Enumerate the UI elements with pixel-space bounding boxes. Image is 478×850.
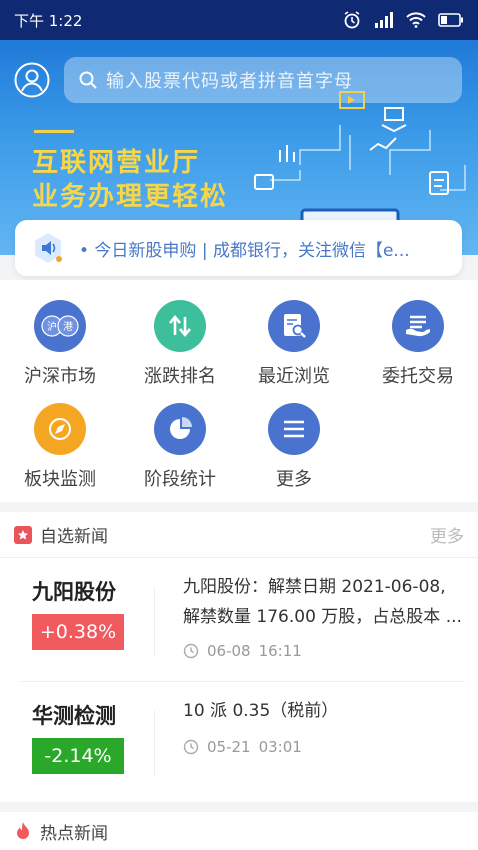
news-meta: 05-21 03:01 [183,738,302,756]
rise-fall-rank-icon [154,300,206,352]
signal-icon [375,12,393,28]
grid-item-label: 委托交易 [382,366,454,387]
grid-item-label: 板块监测 [24,469,96,490]
stage-stats-icon [154,403,206,455]
grid-item-stage-stats[interactable]: 阶段统计 [120,403,240,491]
stock-name: 华测检测 [32,704,116,728]
speaker-icon [35,233,62,263]
news-item[interactable]: 九阳股份 +0.38% 九阳股份：解禁日期 2021-06-08, 解禁数量 1… [0,558,478,681]
grid-item-rise-fall-rank[interactable]: 涨跌排名 [120,300,240,388]
grid-item-label: 最近浏览 [258,366,330,387]
search-icon [79,71,97,89]
banner-accent-line [34,130,74,133]
sector-monitor-icon [34,403,86,455]
news-date: 05-21 [207,738,251,756]
stock-change-badge: -2.14% [32,738,124,774]
status-icons [342,10,464,30]
status-bar: 下午 1:22 [0,0,478,40]
grid-item-label: 沪深市场 [24,366,96,387]
news-section-title: 自选新闻 [40,527,108,547]
grid-item-hushen-market[interactable]: 沪港 沪深市场 [0,300,120,388]
grid-item-label: 更多 [276,469,312,490]
clock-icon [183,739,199,755]
alarm-icon [344,11,360,29]
grid-item-recent-browse[interactable]: 最近浏览 [234,300,354,388]
column-divider [154,710,155,776]
entrust-trade-icon [392,300,444,352]
hushen-market-icon: 沪港 [34,300,86,352]
stock-change-badge: +0.38% [32,614,124,650]
hot-news-section[interactable]: 热点新闻 [0,812,478,850]
news-content: 九阳股份：解禁日期 2021-06-08, 解禁数量 176.00 万股，占总股… [183,577,462,627]
grid-item-entrust-trade[interactable]: 委托交易 [358,300,478,388]
news-date: 06-08 [207,642,251,660]
news-content: 10 派 0.35（税前） [183,701,339,721]
self-selected-news-section: 自选新闻 更多 九阳股份 +0.38% 九阳股份：解禁日期 2021-06-08… [0,512,478,802]
news-time: 03:01 [258,738,302,756]
user-avatar-icon[interactable] [14,62,50,98]
column-divider [154,586,155,656]
badge-hu-text: 沪 [47,320,57,333]
grid-item-sector-monitor[interactable]: 板块监测 [0,403,120,491]
clock-icon [183,643,199,659]
notice-text: • 今日新股申购 | 成都银行，关注微信【e... [79,240,410,261]
badge-gang-text: 港 [63,321,73,333]
battery-icon [438,13,463,27]
grid-item-more[interactable]: 更多 [234,403,354,491]
stock-name: 九阳股份 [32,580,116,604]
hot-news-title: 热点新闻 [40,823,108,844]
news-time: 16:11 [258,642,302,660]
fire-icon [17,822,29,839]
star-icon [14,525,32,544]
banner-title-line1: 互联网营业厅 [32,148,201,178]
function-grid: 沪港 沪深市场 涨跌排名 最近浏览 委托交易 板块监测 阶段统计 更多 [0,280,478,502]
news-section-header: 自选新闻 更多 [0,512,478,558]
news-item[interactable]: 华测检测 -2.14% 10 派 0.35（税前） 05-21 03:01 [0,682,478,802]
banner-title-line2: 业务办理更轻松 [32,182,229,212]
wifi-icon [406,12,426,28]
recent-browse-icon [268,300,320,352]
notice-bar[interactable]: • 今日新股申购 | 成都银行，关注微信【e... [15,220,462,276]
grid-item-label: 阶段统计 [144,469,216,490]
more-icon [268,403,320,455]
news-meta: 06-08 16:11 [183,642,302,660]
news-more-link[interactable]: 更多 [430,522,464,547]
grid-item-label: 涨跌排名 [144,366,216,387]
status-time: 下午 1:22 [14,11,83,30]
